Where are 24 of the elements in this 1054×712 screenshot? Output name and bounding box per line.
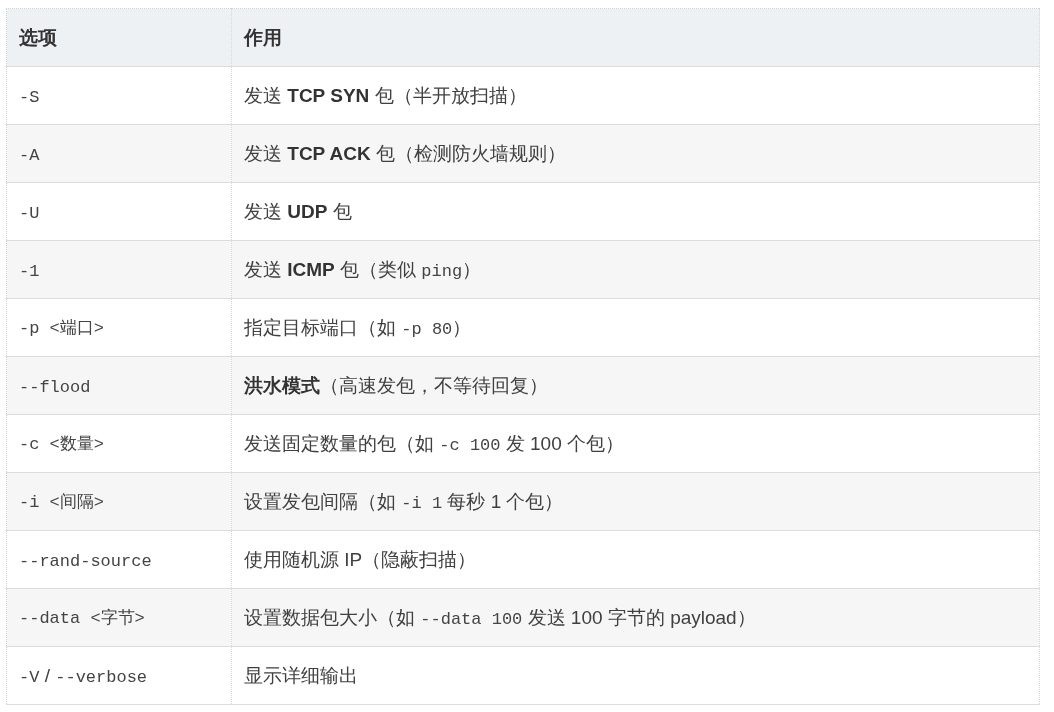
description-cell: 发送 TCP ACK 包（检测防火墙规则） [231,124,1040,183]
option-cell: --flood [6,356,232,415]
option-cell: -p <端口> [6,298,232,357]
column-header: 选项 [6,8,232,67]
option-cell: -A [6,124,232,183]
description-cell: 指定目标端口（如 -p 80） [231,298,1040,357]
description-cell: 设置发包间隔（如 -i 1 每秒 1 个包） [231,472,1040,531]
description-cell: 发送固定数量的包（如 -c 100 发 100 个包） [231,414,1040,473]
option-cell: -U [6,182,232,241]
description-cell: 使用随机源 IP（隐蔽扫描） [231,530,1040,589]
option-cell: -S [6,66,232,125]
option-cell: -V / --verbose [6,646,232,705]
column-header: 作用 [231,8,1040,67]
option-cell: --data <字节> [6,588,232,647]
description-cell: 发送 UDP 包 [231,182,1040,241]
option-cell: -c <数量> [6,414,232,473]
option-cell: --rand-source [6,530,232,589]
description-cell: 发送 TCP SYN 包（半开放扫描） [231,66,1040,125]
description-cell: 发送 ICMP 包（类似 ping） [231,240,1040,299]
description-cell: 设置数据包大小（如 --data 100 发送 100 字节的 payload） [231,588,1040,647]
option-cell: -1 [6,240,232,299]
description-cell: 洪水模式（高速发包，不等待回复） [231,356,1040,415]
description-cell: 显示详细输出 [231,646,1040,705]
option-cell: -i <间隔> [6,472,232,531]
